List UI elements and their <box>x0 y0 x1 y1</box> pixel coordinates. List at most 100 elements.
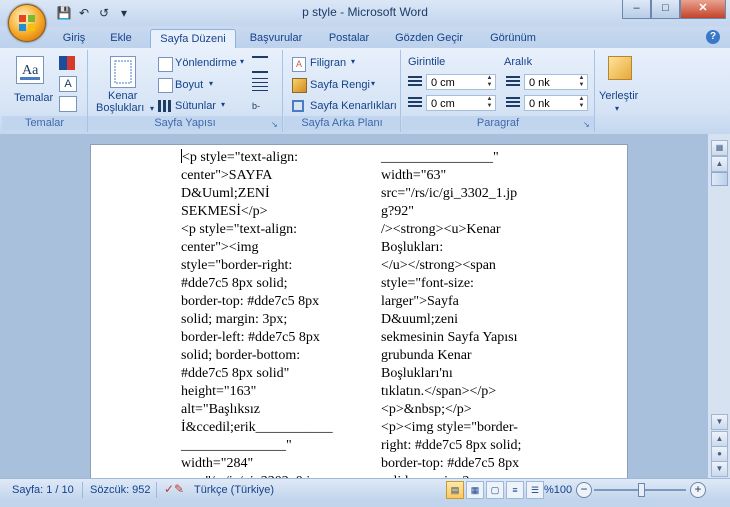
margins-dropdown-icon[interactable]: ▾ <box>150 104 154 113</box>
minimize-button[interactable]: – <box>622 0 651 19</box>
draft-icon[interactable]: ☰ <box>526 481 544 499</box>
watermark-dropdown-icon[interactable]: ▾ <box>351 57 355 66</box>
size-button[interactable]: Boyut <box>175 79 203 91</box>
columns-button[interactable]: Sütunlar <box>175 100 216 112</box>
text-line[interactable]: border-top: #dde7c5 8px <box>181 293 333 311</box>
text-line[interactable]: sekmesinin Sayfa Yapısı <box>381 329 521 347</box>
close-button[interactable]: ✕ <box>680 0 726 19</box>
text-line[interactable]: solid; border-bottom: <box>181 347 333 365</box>
text-line[interactable]: </u></strong><span <box>381 257 521 275</box>
tab-gozden-gecir[interactable]: Gözden Geçir <box>388 29 470 48</box>
text-line[interactable]: <p style="text-align: <box>181 149 333 167</box>
text-line[interactable]: grubunda Kenar <box>381 347 521 365</box>
text-line[interactable]: height="163" <box>181 383 333 401</box>
text-line[interactable]: larger">Sayfa <box>381 293 521 311</box>
scroll-thumb[interactable] <box>711 172 728 186</box>
web-layout-icon[interactable]: ▢ <box>486 481 504 499</box>
text-column-right[interactable]: ________________" width="63" src="/rs/ic/g… <box>381 149 521 491</box>
text-line[interactable]: ________________" <box>381 149 521 167</box>
zoom-slider-thumb[interactable] <box>638 483 645 497</box>
text-line[interactable]: Boşlukları: <box>381 239 521 257</box>
tab-basvurular[interactable]: Başvurular <box>242 29 310 48</box>
text-line[interactable]: style="font-size: <box>381 275 521 293</box>
text-line[interactable]: alt="Başlıksız <box>181 401 333 419</box>
tab-ekle[interactable]: Ekle <box>102 29 140 48</box>
ruler-toggle-icon[interactable]: ▦ <box>711 140 728 156</box>
language-indicator[interactable]: Türkçe (Türkiye) <box>194 484 274 496</box>
paragraph-launcher-icon[interactable]: ↘ <box>583 121 591 129</box>
text-line[interactable]: center"><img <box>181 239 333 257</box>
text-line[interactable]: style="border-right: <box>181 257 333 275</box>
themes-button-label[interactable]: Temalar <box>14 92 53 104</box>
tab-gorunum[interactable]: Görünüm <box>480 29 546 48</box>
text-line[interactable]: g?92" <box>381 203 521 221</box>
indent-right-input[interactable]: 0 cm ▲ ▼ <box>426 95 496 111</box>
spacing-before-input[interactable]: 0 nk ▲ ▼ <box>524 74 588 90</box>
text-column-left[interactable]: <p style="text-align: center">SAYFA D&Uuml… <box>181 149 333 491</box>
hyphenation-icon[interactable]: b‑ <box>252 100 268 112</box>
text-line[interactable]: _______________" <box>181 437 333 455</box>
page-color-icon[interactable] <box>292 78 307 93</box>
margins-icon[interactable] <box>110 56 136 88</box>
text-line[interactable]: <p style="text-align: <box>181 221 333 239</box>
page-color-button[interactable]: Sayfa Rengi <box>310 79 370 91</box>
text-line[interactable]: border-top: #dde7c5 8px <box>381 455 521 473</box>
theme-effects-icon[interactable] <box>59 96 77 112</box>
text-line[interactable]: center">SAYFA <box>181 167 333 185</box>
line-numbers-icon[interactable] <box>252 78 268 91</box>
arrange-dropdown-icon[interactable]: ▾ <box>615 104 619 113</box>
text-line[interactable]: border-left: #dde7c5 8px <box>181 329 333 347</box>
margins-label-line1[interactable]: Kenar <box>108 90 137 102</box>
indent-left-spinner-icon[interactable]: ▲ ▼ <box>485 75 494 89</box>
zoom-level[interactable]: %100 <box>544 484 572 496</box>
indent-right-spinner-icon[interactable]: ▲ ▼ <box>485 96 494 110</box>
text-line[interactable]: src="/rs/ic/gi_3302_1.jp <box>381 185 521 203</box>
page-borders-icon[interactable] <box>292 100 304 112</box>
text-line[interactable]: Boşlukları'nı <box>381 365 521 383</box>
scroll-up-icon[interactable]: ▲ <box>711 156 728 172</box>
tab-giris[interactable]: Giriş <box>56 29 92 48</box>
spacing-before-spinner-icon[interactable]: ▲ ▼ <box>577 75 586 89</box>
zoom-out-icon[interactable]: − <box>576 482 592 498</box>
arrange-icon[interactable] <box>608 56 632 80</box>
indent-left-input[interactable]: 0 cm ▲ ▼ <box>426 74 496 90</box>
zoom-in-icon[interactable]: + <box>690 482 706 498</box>
document-page[interactable]: <p style="text-align: center">SAYFA D&Uuml… <box>90 144 628 489</box>
text-line[interactable]: İ&ccedil;erik___________ <box>181 419 333 437</box>
theme-colors-icon[interactable] <box>59 56 75 70</box>
spacing-after-spinner-icon[interactable]: ▲ ▼ <box>577 96 586 110</box>
text-line[interactable]: #dde7c5 8px solid" <box>181 365 333 383</box>
size-dropdown-icon[interactable]: ▾ <box>209 79 213 88</box>
tab-sayfa-duzeni[interactable]: Sayfa Düzeni <box>150 29 236 49</box>
outline-icon[interactable]: ≡ <box>506 481 524 499</box>
browse-object-icon[interactable]: ● <box>711 446 728 462</box>
arrange-button[interactable]: Yerleştir <box>599 90 638 102</box>
text-line[interactable]: right: #dde7c5 8px solid; <box>381 437 521 455</box>
text-line[interactable]: /><strong><u>Kenar <box>381 221 521 239</box>
columns-icon[interactable] <box>158 100 171 112</box>
help-icon[interactable]: ? <box>706 30 720 44</box>
text-line[interactable]: width="284" <box>181 455 333 473</box>
proofing-icon[interactable]: ✓✎ <box>164 482 184 496</box>
theme-fonts-icon[interactable]: A <box>59 76 77 92</box>
orientation-button[interactable]: Yönlendirme <box>175 57 237 69</box>
office-button[interactable] <box>8 4 46 42</box>
tab-postalar[interactable]: Postalar <box>320 29 378 48</box>
text-line[interactable]: SEKMESİ</p> <box>181 203 333 221</box>
size-icon[interactable] <box>158 78 173 93</box>
text-line[interactable]: D&Uuml;ZENİ <box>181 185 333 203</box>
page-setup-launcher-icon[interactable]: ↘ <box>271 121 279 129</box>
next-page-icon[interactable]: ▼ <box>711 461 728 477</box>
watermark-button[interactable]: Filigran <box>310 57 346 69</box>
themes-icon[interactable]: Aa <box>16 56 44 84</box>
full-screen-reading-icon[interactable]: ▦ <box>466 481 484 499</box>
scroll-down-icon[interactable]: ▼ <box>711 414 728 430</box>
page-borders-button[interactable]: Sayfa Kenarlıkları <box>310 100 397 112</box>
text-line[interactable]: D&uuml;zeni <box>381 311 521 329</box>
columns-dropdown-icon[interactable]: ▾ <box>221 100 225 109</box>
text-line[interactable]: <p><img style="border- <box>381 419 521 437</box>
text-line[interactable]: #dde7c5 8px solid; <box>181 275 333 293</box>
vertical-scrollbar[interactable]: ▦ ▲ ▼ ▲ ● ▼ <box>707 134 730 478</box>
text-line[interactable]: <p>&nbsp;</p> <box>381 401 521 419</box>
spacing-after-input[interactable]: 0 nk ▲ ▼ <box>524 95 588 111</box>
